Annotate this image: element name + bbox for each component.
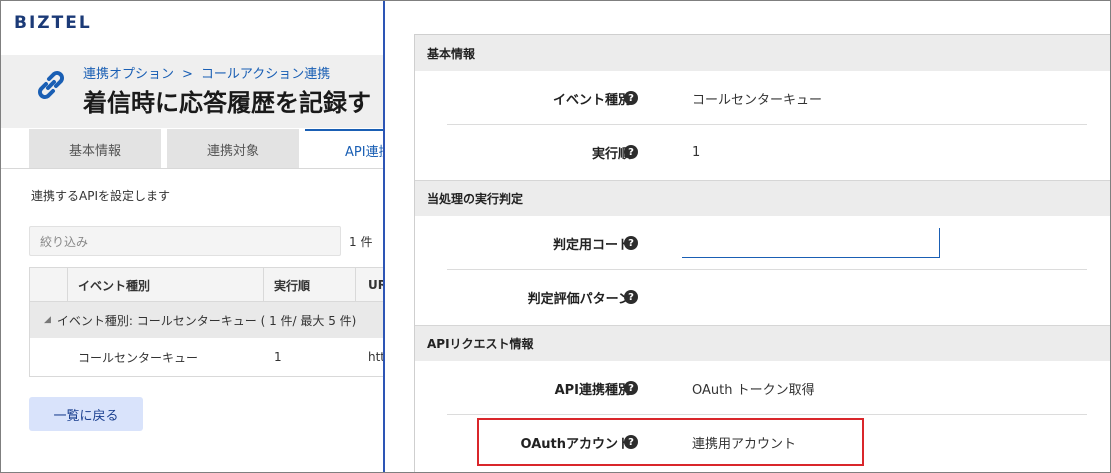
cell-event-type: コールセンターキュー <box>78 350 199 365</box>
breadcrumb: 連携オプション > コールアクション連携 <box>83 63 330 82</box>
field-label: 判定評価パターン <box>527 291 631 307</box>
link-icon <box>38 71 64 99</box>
breadcrumb-separator: > <box>182 67 193 82</box>
field-row-check-code: 判定用コード ? <box>447 216 1087 270</box>
field-row-event-type: イベント種別 ? コールセンターキュー <box>447 71 1087 125</box>
tab-api[interactable]: API連携 <box>305 129 384 169</box>
breadcrumb-parent-link[interactable]: 連携オプション <box>83 67 174 82</box>
list-description: 連携するAPIを設定します <box>31 189 170 203</box>
group-row[interactable]: ◢ イベント種別: コールセンターキュー ( 1 件/ 最大 5 件) <box>30 302 384 338</box>
field-row-order: 実行順 ? 1 <box>447 125 1087 179</box>
question-icon[interactable]: ? <box>624 145 638 159</box>
page-title: 着信時に応答履歴を記録す <box>83 89 371 117</box>
cell-order: 1 <box>274 350 282 364</box>
result-count: 1 件 <box>349 235 373 249</box>
field-row-eval-pattern: 判定評価パターン ? <box>447 270 1087 324</box>
field-label: API連携種別 <box>554 382 631 398</box>
field-label: イベント種別 <box>552 92 631 108</box>
grid-header-spacer <box>30 268 68 302</box>
field-value: OAuth トークン取得 <box>692 382 815 398</box>
tab-basic-info[interactable]: 基本情報 <box>29 129 161 169</box>
column-header-event-type[interactable]: イベント種別 <box>68 268 264 302</box>
question-icon[interactable]: ? <box>624 381 638 395</box>
list-pane: BIZTEL 連携オプション > コールアクション連携 着信時に応答履歴を記録す 基… <box>1 1 384 472</box>
question-icon[interactable]: ? <box>624 91 638 105</box>
section-header-execution-check: 当処理の実行判定 <box>415 180 1110 216</box>
tab-underline <box>1 168 384 169</box>
section-header-basic-info: 基本情報 <box>415 35 1110 71</box>
caret-down-icon[interactable]: ◢ <box>44 315 51 325</box>
cell-url: htt <box>368 350 384 364</box>
grid-header: イベント種別 実行順 UR <box>30 268 384 302</box>
filter-input[interactable]: 絞り込み <box>29 226 341 256</box>
field-value: コールセンターキュー <box>692 92 823 108</box>
table-row[interactable]: コールセンターキュー 1 htt <box>30 338 384 376</box>
breadcrumb-current-link[interactable]: コールアクション連携 <box>201 67 330 82</box>
highlight-box <box>477 418 864 466</box>
section-header-api-request: APIリクエスト情報 <box>415 325 1110 361</box>
detail-form: 基本情報 イベント種別 ? コールセンターキュー 実行順 ? 1 当処理の実行判… <box>414 34 1110 472</box>
back-to-list-button[interactable]: 一覧に戻る <box>29 397 143 431</box>
question-icon[interactable]: ? <box>624 236 638 250</box>
tab-bar: 基本情報 連携対象 API連携 <box>29 129 384 169</box>
tab-targets[interactable]: 連携対象 <box>167 129 299 169</box>
check-code-input[interactable] <box>682 228 940 258</box>
question-icon[interactable]: ? <box>624 290 638 304</box>
column-header-order[interactable]: 実行順 <box>264 268 356 302</box>
group-row-label: イベント種別: コールセンターキュー ( 1 件/ 最大 5 件) <box>56 313 357 328</box>
field-label: 判定用コード <box>552 237 631 253</box>
api-grid: イベント種別 実行順 UR ◢ イベント種別: コールセンターキュー ( 1 件… <box>29 267 384 377</box>
detail-pane: 基本情報 イベント種別 ? コールセンターキュー 実行順 ? 1 当処理の実行判… <box>385 1 1110 472</box>
field-value: 1 <box>692 144 701 160</box>
column-header-url[interactable]: UR <box>356 268 384 302</box>
screenshot-frame: BIZTEL 連携オプション > コールアクション連携 着信時に応答履歴を記録す 基… <box>0 0 1111 473</box>
app-logo: BIZTEL <box>14 13 92 33</box>
field-row-api-type: API連携種別 ? OAuth トークン取得 <box>447 361 1087 415</box>
